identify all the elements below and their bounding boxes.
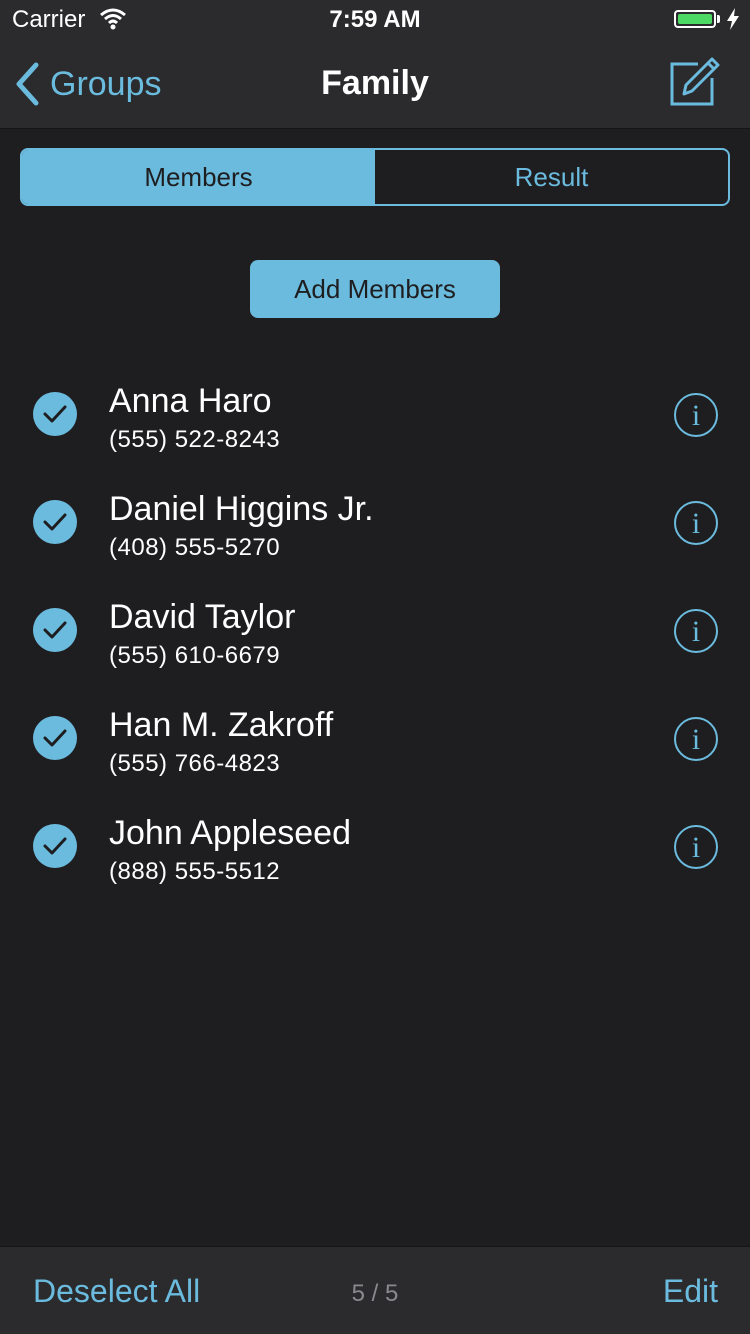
info-icon[interactable]: i xyxy=(673,608,719,654)
svg-text:i: i xyxy=(692,615,700,648)
contact-phone: (555) 610-6679 xyxy=(109,642,281,669)
status-time: 7:59 AM xyxy=(329,6,421,33)
contact-name: Daniel Higgins Jr. xyxy=(109,490,374,528)
contact-name: Han M. Zakroff xyxy=(109,706,334,744)
segmented-control: Members Result xyxy=(20,148,730,206)
checkmark-circle-icon[interactable] xyxy=(33,392,77,436)
contact-phone: (555) 766-4823 xyxy=(109,750,281,777)
info-icon[interactable]: i xyxy=(673,716,719,762)
page-title: Family xyxy=(321,64,429,102)
contact-row[interactable]: Anna Haro (555) 522-8243 i xyxy=(0,372,750,480)
navigation-bar: Groups Family xyxy=(0,40,750,129)
edit-button[interactable]: Edit xyxy=(663,1273,718,1310)
svg-text:i: i xyxy=(692,723,700,756)
compose-icon[interactable] xyxy=(668,56,720,108)
contact-phone: (408) 555-5270 xyxy=(109,534,281,561)
svg-text:i: i xyxy=(692,507,700,540)
bottom-toolbar: Deselect All 5 / 5 Edit xyxy=(0,1246,750,1334)
contact-row[interactable]: Han M. Zakroff (555) 766-4823 i xyxy=(0,696,750,804)
info-icon[interactable]: i xyxy=(673,392,719,438)
checkmark-circle-icon[interactable] xyxy=(33,824,77,868)
segment-result[interactable]: Result xyxy=(375,150,728,204)
battery-tip xyxy=(717,15,720,23)
contact-row[interactable]: John Appleseed (888) 555-5512 i xyxy=(0,804,750,912)
contact-phone: (888) 555-5512 xyxy=(109,858,281,885)
svg-text:i: i xyxy=(692,399,700,432)
contact-name: John Appleseed xyxy=(109,814,351,852)
info-icon[interactable]: i xyxy=(673,500,719,546)
charging-bolt-icon xyxy=(727,8,739,30)
contact-row[interactable]: Daniel Higgins Jr. (408) 555-5270 i xyxy=(0,480,750,588)
svg-text:i: i xyxy=(692,831,700,864)
segment-members[interactable]: Members xyxy=(22,150,375,204)
checkmark-circle-icon[interactable] xyxy=(33,716,77,760)
info-icon[interactable]: i xyxy=(673,824,719,870)
contact-name: David Taylor xyxy=(109,598,296,636)
battery-fill xyxy=(678,14,712,24)
checkmark-circle-icon[interactable] xyxy=(33,500,77,544)
selection-count: 5 / 5 xyxy=(351,1280,399,1307)
battery-icon xyxy=(674,10,716,28)
screen: Carrier 7:59 AM Groups Family Members Re… xyxy=(0,0,750,1334)
contact-name: Anna Haro xyxy=(109,382,272,420)
contact-row[interactable]: David Taylor (555) 610-6679 i xyxy=(0,588,750,696)
checkmark-circle-icon[interactable] xyxy=(33,608,77,652)
contact-phone: (555) 522-8243 xyxy=(109,426,281,453)
add-members-button[interactable]: Add Members xyxy=(250,260,500,318)
status-bar: Carrier 7:59 AM xyxy=(0,0,750,40)
